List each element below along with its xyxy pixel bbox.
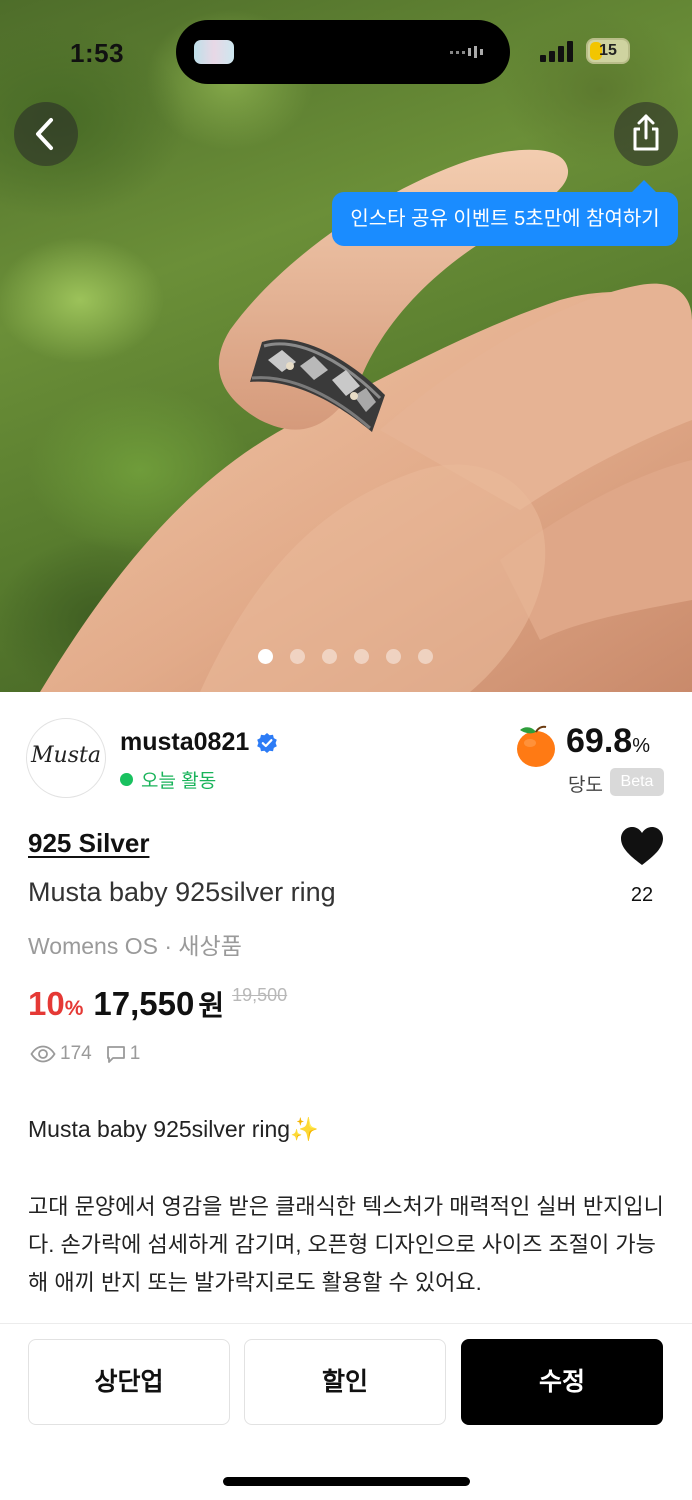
bump-button[interactable]: 상단업: [28, 1339, 230, 1425]
home-indicator: [223, 1477, 470, 1486]
pagination-dot[interactable]: [418, 649, 433, 664]
ring-on-hand-photo: [40, 149, 692, 692]
status-time: 1:53: [70, 38, 125, 68]
share-icon: [633, 114, 659, 151]
online-dot-icon: [120, 773, 133, 786]
activity-label: 오늘 활동: [141, 771, 217, 792]
discount-unit: %: [64, 997, 84, 1020]
product-stats: 174 1: [30, 1042, 140, 1066]
sale-price: 17,550: [93, 985, 195, 1022]
beta-badge: Beta: [610, 768, 664, 796]
view-count: 174: [60, 1043, 92, 1064]
avatar-logo: Musta: [31, 743, 101, 768]
signal-icon: [540, 41, 573, 62]
seller-name[interactable]: musta0821: [120, 728, 249, 757]
pagination-dot[interactable]: [258, 649, 273, 664]
orange-fruit-icon: [517, 725, 555, 767]
description-body: 고대 문양에서 영감을 받은 클래식한 텍스처가 매력적인 실버 반지입니다. …: [28, 1194, 664, 1295]
image-pagination: [258, 649, 433, 665]
heart-icon[interactable]: [620, 826, 664, 866]
brand-link[interactable]: 925 Silver: [28, 828, 149, 859]
score-label: 당도: [568, 775, 603, 796]
like-count: 22: [630, 884, 654, 906]
discount-button[interactable]: 할인: [244, 1339, 446, 1425]
dynamic-island: [176, 20, 510, 84]
seller-avatar[interactable]: Musta: [26, 718, 106, 798]
product-image[interactable]: 1:53 15 인스타 공유 이벤트 5초만에 참여하기: [0, 0, 692, 692]
pagination-dot[interactable]: [386, 649, 401, 664]
battery-icon: 15: [586, 38, 630, 64]
edit-button[interactable]: 수정: [461, 1339, 663, 1425]
product-title: Musta baby 925silver ring: [28, 877, 336, 907]
waveform-icon: [450, 46, 483, 58]
original-price: 19,500: [232, 985, 288, 1005]
seller-activity: 오늘 활동: [120, 766, 216, 793]
price-row: 10 % 17,550 원 19,500: [28, 984, 287, 1028]
comment-count: 1: [129, 1043, 141, 1064]
back-button[interactable]: [14, 102, 78, 166]
score-value: 69.8%: [566, 722, 650, 760]
description-title: Musta baby 925silver ring✨: [28, 1116, 319, 1142]
share-button[interactable]: [614, 102, 678, 166]
price-unit: 원: [198, 990, 225, 1021]
discount-rate: 10: [28, 985, 65, 1022]
verified-badge-icon: [257, 733, 277, 753]
sweetness-score[interactable]: 69.8% 당도 Beta: [510, 718, 670, 808]
pagination-dot[interactable]: [354, 649, 369, 664]
island-thumbnail: [194, 40, 234, 64]
product-meta: Womens OS · 새상품: [28, 933, 242, 959]
divider: [0, 1323, 692, 1324]
pagination-dot[interactable]: [290, 649, 305, 664]
pagination-dot[interactable]: [322, 649, 337, 664]
chevron-left-icon: [36, 118, 53, 150]
eye-icon: [30, 1045, 56, 1063]
share-event-tooltip[interactable]: 인스타 공유 이벤트 5초만에 참여하기: [332, 180, 678, 246]
comment-icon: [106, 1046, 125, 1063]
